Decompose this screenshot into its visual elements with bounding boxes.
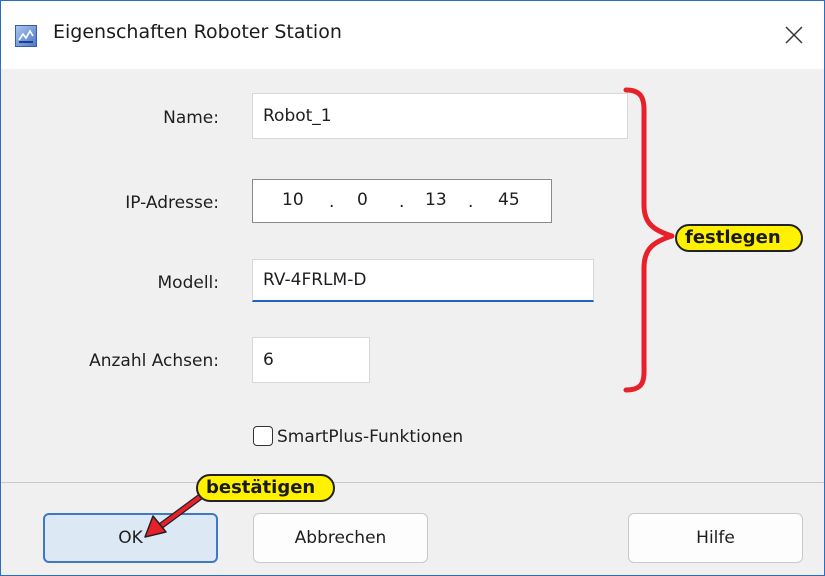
- festlegen-callout: festlegen: [675, 224, 803, 252]
- bestaetigen-callout: bestätigen: [196, 474, 335, 502]
- annotation-overlay: [144, 87, 675, 538]
- arrow-annotation: [144, 490, 208, 538]
- curly-brace-annotation: [623, 87, 675, 393]
